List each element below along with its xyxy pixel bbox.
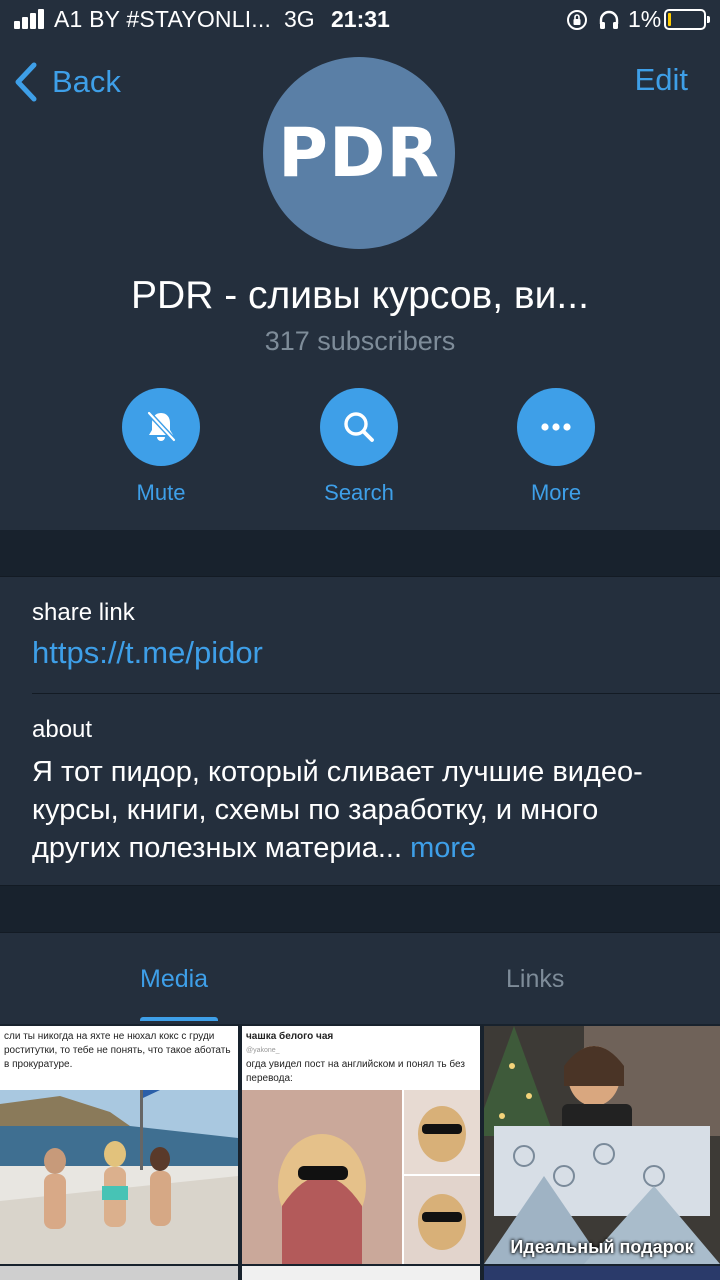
edit-button[interactable]: Edit <box>635 62 688 98</box>
share-link[interactable]: https://t.me/pidor <box>32 635 263 671</box>
status-bar: A1 BY #STAYONLI... 3G 21:31 1% <box>0 0 720 40</box>
next-row-preview <box>0 1266 720 1280</box>
more-icon <box>541 423 571 431</box>
tab-media[interactable]: Media <box>140 965 208 994</box>
bell-slash-icon <box>147 411 176 442</box>
media-grid: сли ты никогда на яхте не нюхал кокс с г… <box>0 1024 720 1280</box>
media-thumbnail[interactable]: чашка белого чая @yakone_ огда увидел по… <box>242 1026 480 1264</box>
back-button[interactable]: Back <box>12 58 121 106</box>
meme-header: чашка белого чая @yakone_ огда увидел по… <box>242 1026 480 1090</box>
channel-title: PDR - сливы курсов, ви... <box>131 274 589 317</box>
chevron-left-icon <box>15 62 37 102</box>
carrier-name: A1 BY #STAYONLI... <box>54 6 272 32</box>
gift-photo <box>484 1026 720 1264</box>
about-body: Я тот пидор, который сливает лучшие виде… <box>32 756 643 864</box>
search-icon <box>344 412 374 442</box>
battery-icon <box>664 9 710 30</box>
back-label: Back <box>52 64 121 99</box>
network-type: 3G <box>284 6 315 32</box>
action-bar: Mute Search More <box>0 388 720 508</box>
battery-percent: 1% <box>628 6 662 32</box>
tab-links[interactable]: Links <box>506 965 564 994</box>
meme-author: чашка белого чая <box>246 1031 334 1042</box>
meme-handle: @yakone_ <box>246 1047 280 1054</box>
thumbnail-caption: Идеальный подарок <box>510 1237 694 1257</box>
media-thumbnail[interactable]: сли ты никогда на яхте не нюхал кокс с г… <box>0 1026 238 1264</box>
divider <box>32 693 720 694</box>
signal-icon <box>14 9 46 29</box>
mute-label: Mute <box>136 480 186 505</box>
more-label: More <box>530 480 582 505</box>
headphones-icon <box>599 10 619 29</box>
mute-button[interactable]: Mute <box>81 388 241 506</box>
subscriber-count: 317 subscribers <box>264 326 456 356</box>
search-label: Search <box>324 480 394 505</box>
about-caption: about <box>32 716 93 743</box>
media-tabs: Media Links <box>0 932 720 1024</box>
meme-text: сли ты никогда на яхте не нюхал кокс с г… <box>0 1026 238 1090</box>
channel-header: Back Edit PDR PDR - сливы курсов, ви... … <box>0 40 720 530</box>
rotation-lock-icon <box>567 10 587 30</box>
channel-avatar[interactable]: PDR <box>263 57 455 249</box>
channel-info: share link https://t.me/pidor about Я то… <box>0 576 720 886</box>
clock: 21:31 <box>331 6 390 32</box>
meme-text: огда увидел пост на английском и понял т… <box>246 1059 465 1084</box>
tab-indicator <box>140 1017 218 1021</box>
about-text: Я тот пидор, который сливает лучшие виде… <box>32 753 692 867</box>
search-button[interactable]: Search <box>279 388 439 506</box>
avatar-text: PDR <box>278 113 440 193</box>
about-more-link[interactable]: more <box>410 832 476 864</box>
more-button[interactable]: More <box>476 388 636 506</box>
share-link-caption: share link <box>32 599 135 626</box>
media-thumbnail[interactable]: Идеальный подарок <box>484 1026 720 1264</box>
